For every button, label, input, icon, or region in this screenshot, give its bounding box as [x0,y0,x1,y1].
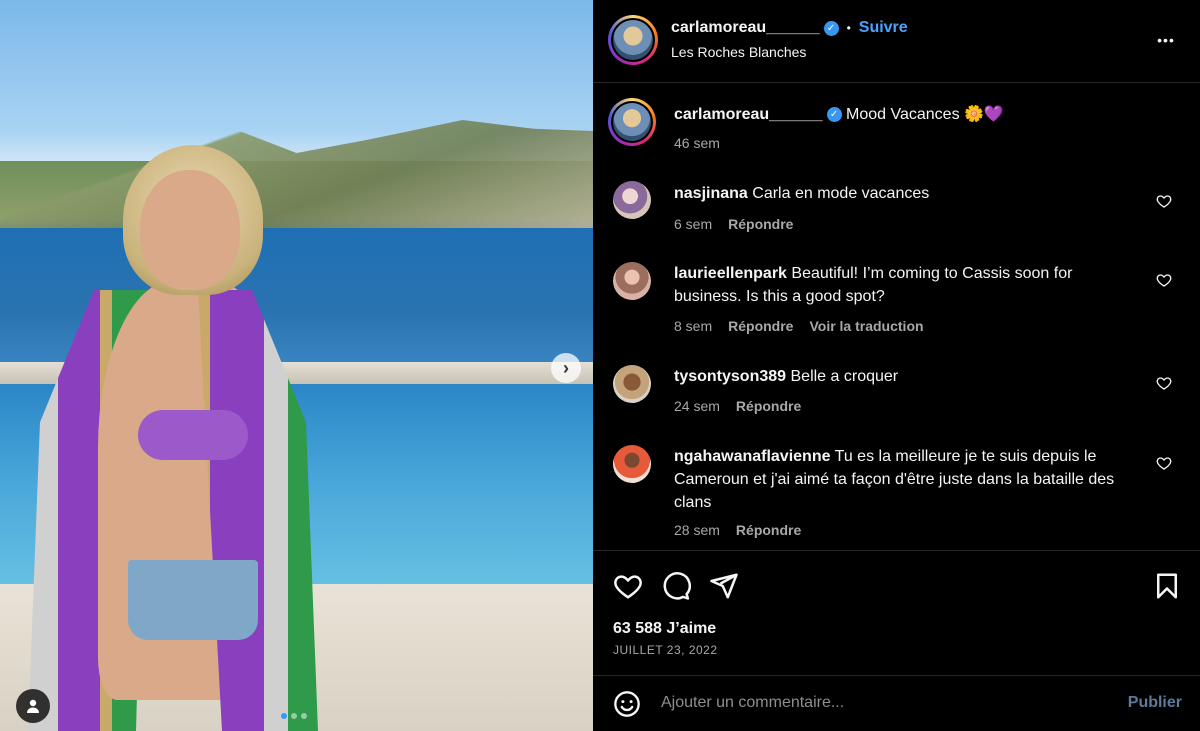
add-comment-bar: Ajouter un commentaire... Publier [593,675,1200,731]
user-tag-icon [27,699,39,713]
heart-icon[interactable] [613,571,643,601]
comment-username[interactable]: nasjinana [674,185,748,202]
comment-text: Belle a croquer [790,368,899,385]
author-username[interactable]: carlamoreau______ [671,19,820,37]
post-header: carlamoreau______ ✓ • Suivre Les Roches … [593,0,1200,83]
post-caption: carlamoreau______ ✓ Mood Vacances 🌼💜 46 s… [608,98,1180,159]
comment-item: laurieellenpark Beautiful! I’m coming to… [613,261,1180,341]
likes-count[interactable]: 63 588 J’aime [613,620,716,638]
carousel-dots [281,713,307,719]
carousel-dot [291,713,297,719]
more-options-button[interactable]: ••• [1151,28,1181,52]
post-location[interactable]: Les Roches Blanches [671,44,806,60]
carousel-dot [301,713,307,719]
comment-username[interactable]: laurieellenpark [674,265,787,282]
post-details-panel: carlamoreau______ ✓ • Suivre Les Roches … [593,0,1200,731]
comment-time[interactable]: 28 sem [674,522,720,538]
caption-username[interactable]: carlamoreau______ [674,106,823,123]
comment-time[interactable]: 24 sem [674,398,720,414]
verified-icon: ✓ [826,107,842,123]
like-comment-heart-icon[interactable] [1156,193,1172,209]
comment-username[interactable]: tysontyson389 [674,368,786,385]
see-translation-button[interactable]: Voir la traduction [809,318,923,334]
carousel-dot [281,713,287,719]
bookmark-icon[interactable] [1152,571,1182,601]
comment-item: tysontyson389 Belle a croquer 24 sem Rép… [613,364,1180,424]
publish-button[interactable]: Publier [1128,694,1182,712]
caption-time[interactable]: 46 sem [674,135,720,151]
post-date[interactable]: JUILLET 23, 2022 [613,643,718,657]
more-icon: ••• [1157,32,1175,48]
user-tag-button[interactable] [16,689,50,723]
caption-author-avatar[interactable] [608,98,656,146]
comment-time[interactable]: 8 sem [674,318,712,334]
caption-text: Mood Vacances 🌼💜 [846,106,1004,123]
follow-button[interactable]: Suivre [859,19,908,37]
like-comment-heart-icon[interactable] [1156,375,1172,391]
commenter-avatar[interactable] [613,181,651,219]
reply-button[interactable]: Répondre [736,522,801,538]
share-icon[interactable] [709,571,739,601]
carousel-next-button[interactable]: › [551,353,581,383]
like-comment-heart-icon[interactable] [1156,455,1172,471]
comment-input[interactable]: Ajouter un commentaire... [661,694,844,712]
verified-icon: ✓ [823,20,839,36]
commenter-avatar[interactable] [613,262,651,300]
post-photo[interactable]: › [0,0,593,731]
comment-icon[interactable] [661,571,691,601]
reply-button[interactable]: Répondre [728,318,793,334]
comment-text: Carla en mode vacances [752,185,930,202]
photo-person [28,140,328,731]
comment-username[interactable]: ngahawanaflavienne [674,448,831,465]
commenter-avatar[interactable] [613,365,651,403]
chevron-right-icon: › [563,357,569,378]
commenter-avatar[interactable] [613,445,651,483]
comment-item: nasjinana Carla en mode vacances 6 sem R… [613,180,1180,240]
emoji-icon[interactable] [613,690,641,718]
like-comment-heart-icon[interactable] [1156,272,1172,288]
author-avatar[interactable] [608,15,658,65]
reply-button[interactable]: Répondre [728,216,793,232]
separator-dot: • [846,21,851,35]
reply-button[interactable]: Répondre [736,398,801,414]
comment-time[interactable]: 6 sem [674,216,712,232]
comment-item: ngahawanaflavienne Tu es la meilleure je… [613,444,1180,544]
